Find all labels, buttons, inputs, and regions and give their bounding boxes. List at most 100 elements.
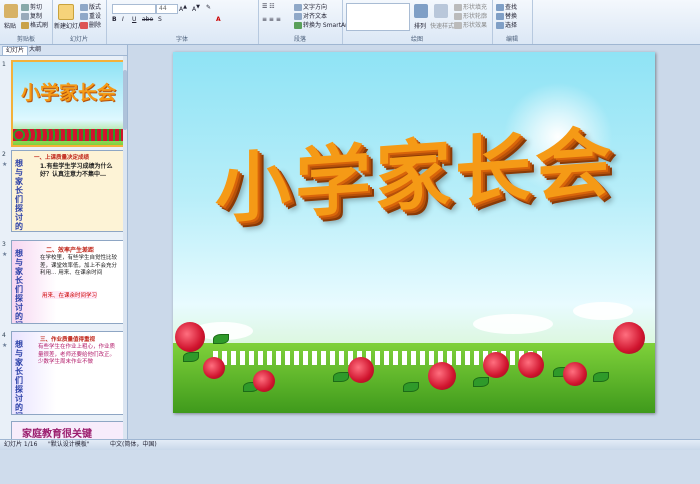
align-text-icon	[294, 13, 302, 20]
tab-outline[interactable]: 大纲	[26, 46, 44, 54]
smartart-icon	[294, 22, 302, 29]
paste-button[interactable]: 粘贴	[4, 21, 16, 30]
panel-scrollbar[interactable]	[123, 56, 127, 439]
shadow-icon[interactable]: S	[158, 16, 162, 23]
text-direction-button[interactable]: 文字方向	[294, 2, 327, 11]
paste-icon[interactable]	[4, 4, 18, 18]
rose	[253, 370, 275, 392]
shrink-font-icon[interactable]: A▼	[192, 4, 200, 13]
text-direction-icon	[294, 4, 302, 11]
font-group: 44 A▲ A▼ ✎ B I U abe S A 字体	[106, 0, 259, 44]
reset-icon	[80, 13, 88, 20]
slides-label: 幻灯片	[69, 36, 88, 43]
paragraph-group: ☰ ☷ 文字方向 对齐文本 ≡ ≡ ≡ 转换为 SmartArt 段落	[258, 0, 350, 44]
notes-area[interactable]	[256, 457, 700, 484]
slide-title[interactable]: 小学家长会	[215, 100, 615, 238]
underline-icon[interactable]: U	[132, 16, 136, 23]
align-text-button[interactable]: 对齐文本	[294, 11, 327, 20]
brush-icon	[21, 22, 29, 29]
layout-button[interactable]: 版式	[80, 2, 101, 11]
cut-button[interactable]: 剪切	[21, 2, 42, 11]
shape-outline-button[interactable]: 形状轮廓	[454, 11, 487, 20]
bold-icon[interactable]: B	[112, 16, 117, 23]
thumb-number-4: 4	[2, 332, 6, 339]
thumb-4-heading: 三、作业质量值得重视	[40, 337, 96, 343]
italic-icon[interactable]: I	[122, 16, 124, 23]
fill-bucket-icon	[454, 4, 462, 11]
animation-star-icon: ★	[2, 251, 8, 258]
shape-effects-button[interactable]: 形状效果	[454, 20, 487, 29]
leaf	[213, 334, 229, 344]
thumb-4-body: 有些学生在作业上粗心，作业质量很差，老师还要给他们改正。少数学生周末作业不做	[38, 344, 116, 365]
animation-star-icon: ★	[2, 342, 8, 349]
outline-pen-icon	[454, 13, 462, 20]
thumb-5-title: 家庭教育很关键	[22, 429, 92, 440]
editing-label: 编辑	[505, 36, 518, 43]
find-button[interactable]: 查找	[496, 2, 517, 11]
rose	[175, 322, 205, 352]
panel-tabs: 幻灯片 大纲	[0, 45, 127, 56]
replace-icon	[496, 13, 504, 20]
replace-button[interactable]: 替换	[496, 11, 517, 20]
thumb-3-body: 在学校里，有些学生自觉性比较差，课堂效率低，加上不会充分利用… 用来、在课余时间	[40, 255, 118, 276]
tab-slides[interactable]: 幻灯片	[2, 46, 29, 55]
delete-button[interactable]: 删除	[80, 20, 101, 29]
rose	[563, 362, 587, 386]
font-name-combo[interactable]	[112, 4, 156, 14]
thumb-2-body: 1.有些学生学习成绩为什么好？认真注意力不集中…	[40, 163, 113, 178]
clear-format-icon[interactable]: ✎	[206, 4, 211, 11]
strikethrough-icon[interactable]: abe	[142, 16, 153, 23]
reset-button[interactable]: 重设	[80, 11, 101, 20]
current-slide[interactable]: 小学家长会	[173, 52, 655, 413]
leaf	[473, 377, 489, 387]
rose	[348, 357, 374, 383]
animation-star-icon: ★	[2, 161, 8, 168]
shape-fill-button[interactable]: 形状填充	[454, 2, 487, 11]
font-color-icon[interactable]: A	[216, 16, 221, 23]
cloud	[473, 314, 553, 334]
thumb-1-roses	[13, 129, 124, 141]
leaf	[593, 372, 609, 382]
rose	[203, 357, 225, 379]
thumb-3-highlight: 用来、在课余时间学习	[42, 291, 98, 299]
ribbon: 粘贴 剪切 复制 格式刷 剪贴板 新建幻灯片 版式 重设 删除 幻灯片 44 A…	[0, 0, 700, 45]
quick-styles-icon[interactable]	[434, 4, 448, 18]
thumb-1-title: 小学家长会	[21, 82, 117, 104]
copy-button[interactable]: 复制	[21, 11, 42, 20]
new-slide-icon[interactable]	[58, 4, 74, 20]
thumb-3-side: 想与家长们探讨的问题	[15, 249, 23, 323]
thumb-3-heading: 二、效率产生差距	[46, 247, 95, 254]
clipboard-group: 粘贴 剪切 复制 格式刷 剪贴板	[0, 0, 53, 44]
arrange-icon[interactable]	[414, 4, 428, 18]
scrollbar-thumb[interactable]	[123, 70, 127, 130]
rose	[613, 322, 645, 354]
thumb-number-2: 2	[2, 151, 6, 158]
thumb-number-3: 3	[2, 241, 6, 248]
leaf	[403, 382, 419, 392]
quick-styles-button[interactable]: 快速样式	[430, 21, 454, 30]
slide-thumbnail-2[interactable]: 一、上课质量决定成绩 想与家长们探讨的问题 1.有些学生学习成绩为什么好？认真注…	[11, 150, 124, 232]
arrange-button[interactable]: 排列	[414, 21, 426, 30]
rose	[428, 362, 456, 390]
font-size-combo[interactable]: 44	[156, 4, 178, 14]
shapes-gallery[interactable]	[346, 3, 410, 31]
select-button[interactable]: 选择	[496, 20, 517, 29]
slide-thumbnail-4[interactable]: 三、作业质量值得重视 想与家长们探讨的问题 有些学生在作业上粗心，作业质量很差，…	[11, 331, 124, 415]
find-icon	[496, 4, 504, 11]
format-painter-button[interactable]: 格式刷	[21, 20, 48, 29]
font-label: 字体	[175, 36, 188, 43]
delete-icon	[80, 22, 88, 29]
slides-group: 新建幻灯片 版式 重设 删除 幻灯片	[52, 0, 107, 44]
slide-thumbnail-5[interactable]: 家庭教育很关键	[11, 421, 124, 440]
slide-thumbnail-1[interactable]: 小学家长会	[11, 60, 126, 147]
paragraph-label: 段落	[293, 36, 306, 43]
slide-thumbnail-3[interactable]: 二、效率产生差距 想与家长们探讨的问题 在学校里，有些学生自觉性比较差，课堂效率…	[11, 240, 124, 324]
grow-font-icon[interactable]: A▲	[179, 4, 187, 13]
bullets-icon[interactable]: ☰ ☷	[262, 3, 275, 10]
align-icons[interactable]: ≡ ≡ ≡	[262, 16, 281, 23]
clipboard-label: 剪贴板	[16, 36, 35, 43]
drawing-group: 排列 快速样式 形状填充 形状轮廓 形状效果 绘图	[342, 0, 493, 44]
copy-icon	[21, 13, 29, 20]
select-icon	[496, 22, 504, 29]
thumb-4-side: 想与家长们探讨的问题	[15, 340, 23, 414]
